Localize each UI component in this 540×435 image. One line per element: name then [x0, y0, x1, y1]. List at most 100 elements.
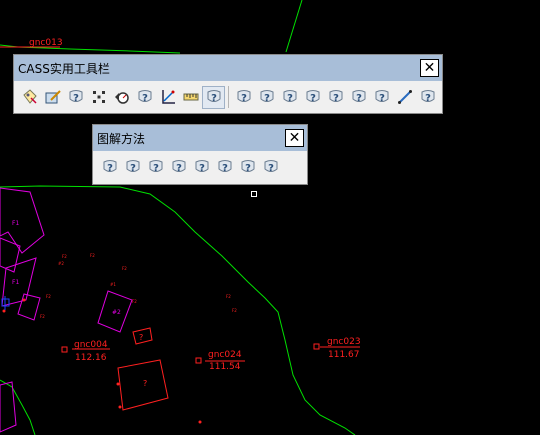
toolbar-button-row: ???????????: [14, 81, 442, 113]
help-icon: ?: [263, 159, 279, 175]
point-name: gnc004: [74, 340, 108, 350]
toolbar-button-help[interactable]: ?: [64, 86, 87, 109]
building-label: F1: [12, 279, 19, 286]
toolbar-button-help[interactable]: ?: [236, 156, 259, 179]
terrain-line: [0, 379, 36, 435]
survey-dot: [22, 298, 26, 302]
axis-annotate-icon: [160, 89, 176, 105]
feature-mark: #2: [58, 261, 64, 266]
svg-text:?: ?: [107, 163, 113, 174]
svg-text:?: ?: [379, 93, 385, 104]
svg-text:?: ?: [356, 93, 362, 104]
close-icon: ✕: [288, 130, 301, 146]
point-name: gnc013: [29, 38, 63, 48]
building-label: F1: [12, 220, 19, 227]
svg-text:?: ?: [130, 163, 136, 174]
toolbar-button-help[interactable]: ?: [98, 156, 121, 179]
toolbar-title-bar[interactable]: 图解方法 ✕: [93, 125, 307, 151]
toolbar-button-help[interactable]: ?: [121, 156, 144, 179]
cass-toolbar[interactable]: CASS实用工具栏 ✕ ???????????: [13, 54, 443, 114]
svg-text:?: ?: [153, 163, 159, 174]
toolbar-button-help[interactable]: ?: [301, 86, 324, 109]
toolbar-button-tag-query[interactable]: [18, 86, 41, 109]
svg-text:?: ?: [73, 93, 79, 104]
toolbar-title-bar[interactable]: CASS实用工具栏 ✕: [14, 55, 442, 81]
feature-mark: F2: [122, 266, 127, 271]
toolbar-button-help[interactable]: ?: [133, 86, 156, 109]
help-icon: ?: [420, 89, 436, 105]
svg-text:?: ?: [199, 163, 205, 174]
toolbar-button-edit-entity[interactable]: [41, 86, 64, 109]
close-button[interactable]: ✕: [285, 129, 304, 147]
svg-text:?: ?: [241, 93, 247, 104]
toolbar-button-help[interactable]: ?: [370, 86, 393, 109]
svg-text:?: ?: [310, 93, 316, 104]
help-icon: ?: [102, 159, 118, 175]
svg-text:?: ?: [425, 93, 431, 104]
toolbar-button-ruler[interactable]: [179, 86, 202, 109]
svg-text:?: ?: [211, 93, 217, 104]
feature-mark: F2: [226, 294, 231, 299]
help-icon: ?: [374, 89, 390, 105]
building-outline: [0, 187, 45, 254]
point-name: gnc023: [327, 337, 361, 347]
point-elevation: 112.16: [75, 353, 107, 363]
feature-mark: F2: [62, 254, 67, 259]
toolbar-button-line-draw[interactable]: [393, 86, 416, 109]
feature-mark: F2: [40, 314, 45, 319]
help-icon: ?: [259, 89, 275, 105]
help-icon: ?: [351, 89, 367, 105]
toolbar-button-axis-annotate[interactable]: [156, 86, 179, 109]
help-icon: ?: [217, 159, 233, 175]
toolbar-button-help[interactable]: ?: [144, 156, 167, 179]
ruler-icon: [183, 89, 199, 105]
help-icon: ?: [171, 159, 187, 175]
graphic-method-toolbar[interactable]: 图解方法 ✕ ????????: [92, 124, 308, 185]
tag-query-icon: [22, 89, 38, 105]
survey-point: [61, 346, 68, 353]
toolbar-button-help[interactable]: ?: [255, 86, 278, 109]
help-icon: ?: [305, 89, 321, 105]
toolbar-button-select-grid[interactable]: [87, 86, 110, 109]
toolbar-button-help[interactable]: ?: [202, 85, 225, 109]
toolbar-button-help[interactable]: ?: [213, 156, 236, 179]
help-icon: ?: [148, 159, 164, 175]
toolbar-button-help[interactable]: ?: [347, 86, 370, 109]
edit-entity-icon: [45, 89, 61, 105]
feature-mark: F2: [90, 253, 95, 258]
svg-text:?: ?: [268, 163, 274, 174]
feature-mark: #1: [110, 282, 116, 287]
help-icon: ?: [125, 159, 141, 175]
toolbar-button-help[interactable]: ?: [190, 156, 213, 179]
terrain-line: [285, 0, 303, 53]
svg-text:?: ?: [176, 163, 182, 174]
toolbar-button-distance-measure[interactable]: [110, 86, 133, 109]
point-elevation: 111.54: [209, 362, 241, 372]
toolbar-button-help[interactable]: ?: [259, 156, 282, 179]
survey-point: [195, 357, 202, 364]
survey-dot: [198, 420, 202, 424]
help-icon: ?: [206, 89, 222, 105]
close-button[interactable]: ✕: [420, 59, 439, 77]
terrain-line: [0, 44, 181, 54]
survey-point: [313, 343, 320, 350]
toolbar-button-help[interactable]: ?: [416, 86, 439, 109]
svg-text:?: ?: [333, 93, 339, 104]
close-icon: ✕: [423, 60, 436, 76]
help-icon: ?: [282, 89, 298, 105]
svg-text:?: ?: [142, 93, 148, 104]
svg-text:?: ?: [264, 93, 270, 104]
help-icon: ?: [137, 89, 153, 105]
svg-text:?: ?: [287, 93, 293, 104]
toolbar-button-help[interactable]: ?: [167, 156, 190, 179]
distance-measure-icon: [114, 89, 130, 105]
point-name: gnc024: [208, 350, 242, 360]
toolbar-button-help[interactable]: ?: [324, 86, 347, 109]
parcel-mark: ?: [143, 379, 147, 388]
toolbar-button-row: ????????: [93, 151, 307, 183]
help-icon: ?: [328, 89, 344, 105]
building-outline: [17, 293, 41, 321]
toolbar-button-help[interactable]: ?: [278, 86, 301, 109]
toolbar-button-help[interactable]: ?: [232, 86, 255, 109]
feature-mark: F2: [132, 299, 137, 304]
